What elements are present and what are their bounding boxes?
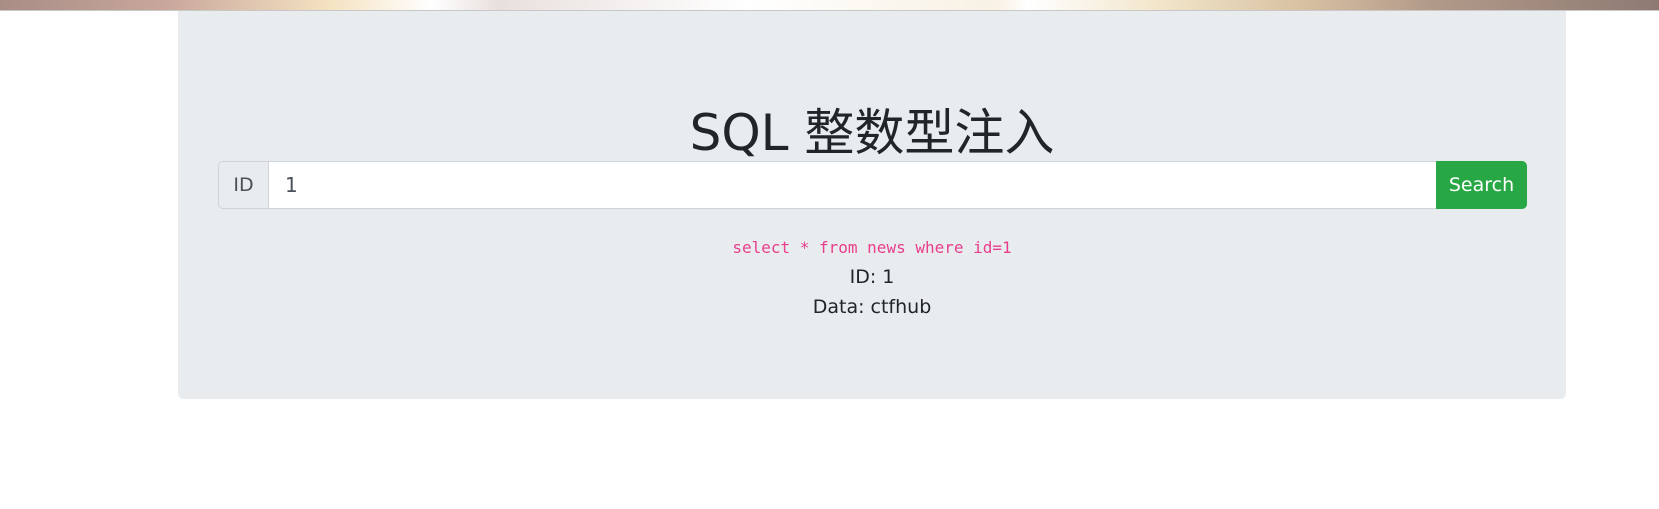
sql-query-text: select * from news where id=1 — [732, 238, 1012, 257]
search-button[interactable]: Search — [1436, 161, 1527, 209]
browser-tab-strip — [0, 0, 1659, 11]
id-prepend-label: ID — [218, 161, 268, 209]
search-form: ID Search — [218, 161, 1527, 209]
result-data: Data: ctfhub — [812, 296, 932, 318]
result-id: ID: 1 — [849, 266, 895, 288]
id-input[interactable] — [268, 161, 1436, 209]
jumbotron-panel: SQL 整数型注入 ID Search select * from news w… — [178, 11, 1566, 399]
